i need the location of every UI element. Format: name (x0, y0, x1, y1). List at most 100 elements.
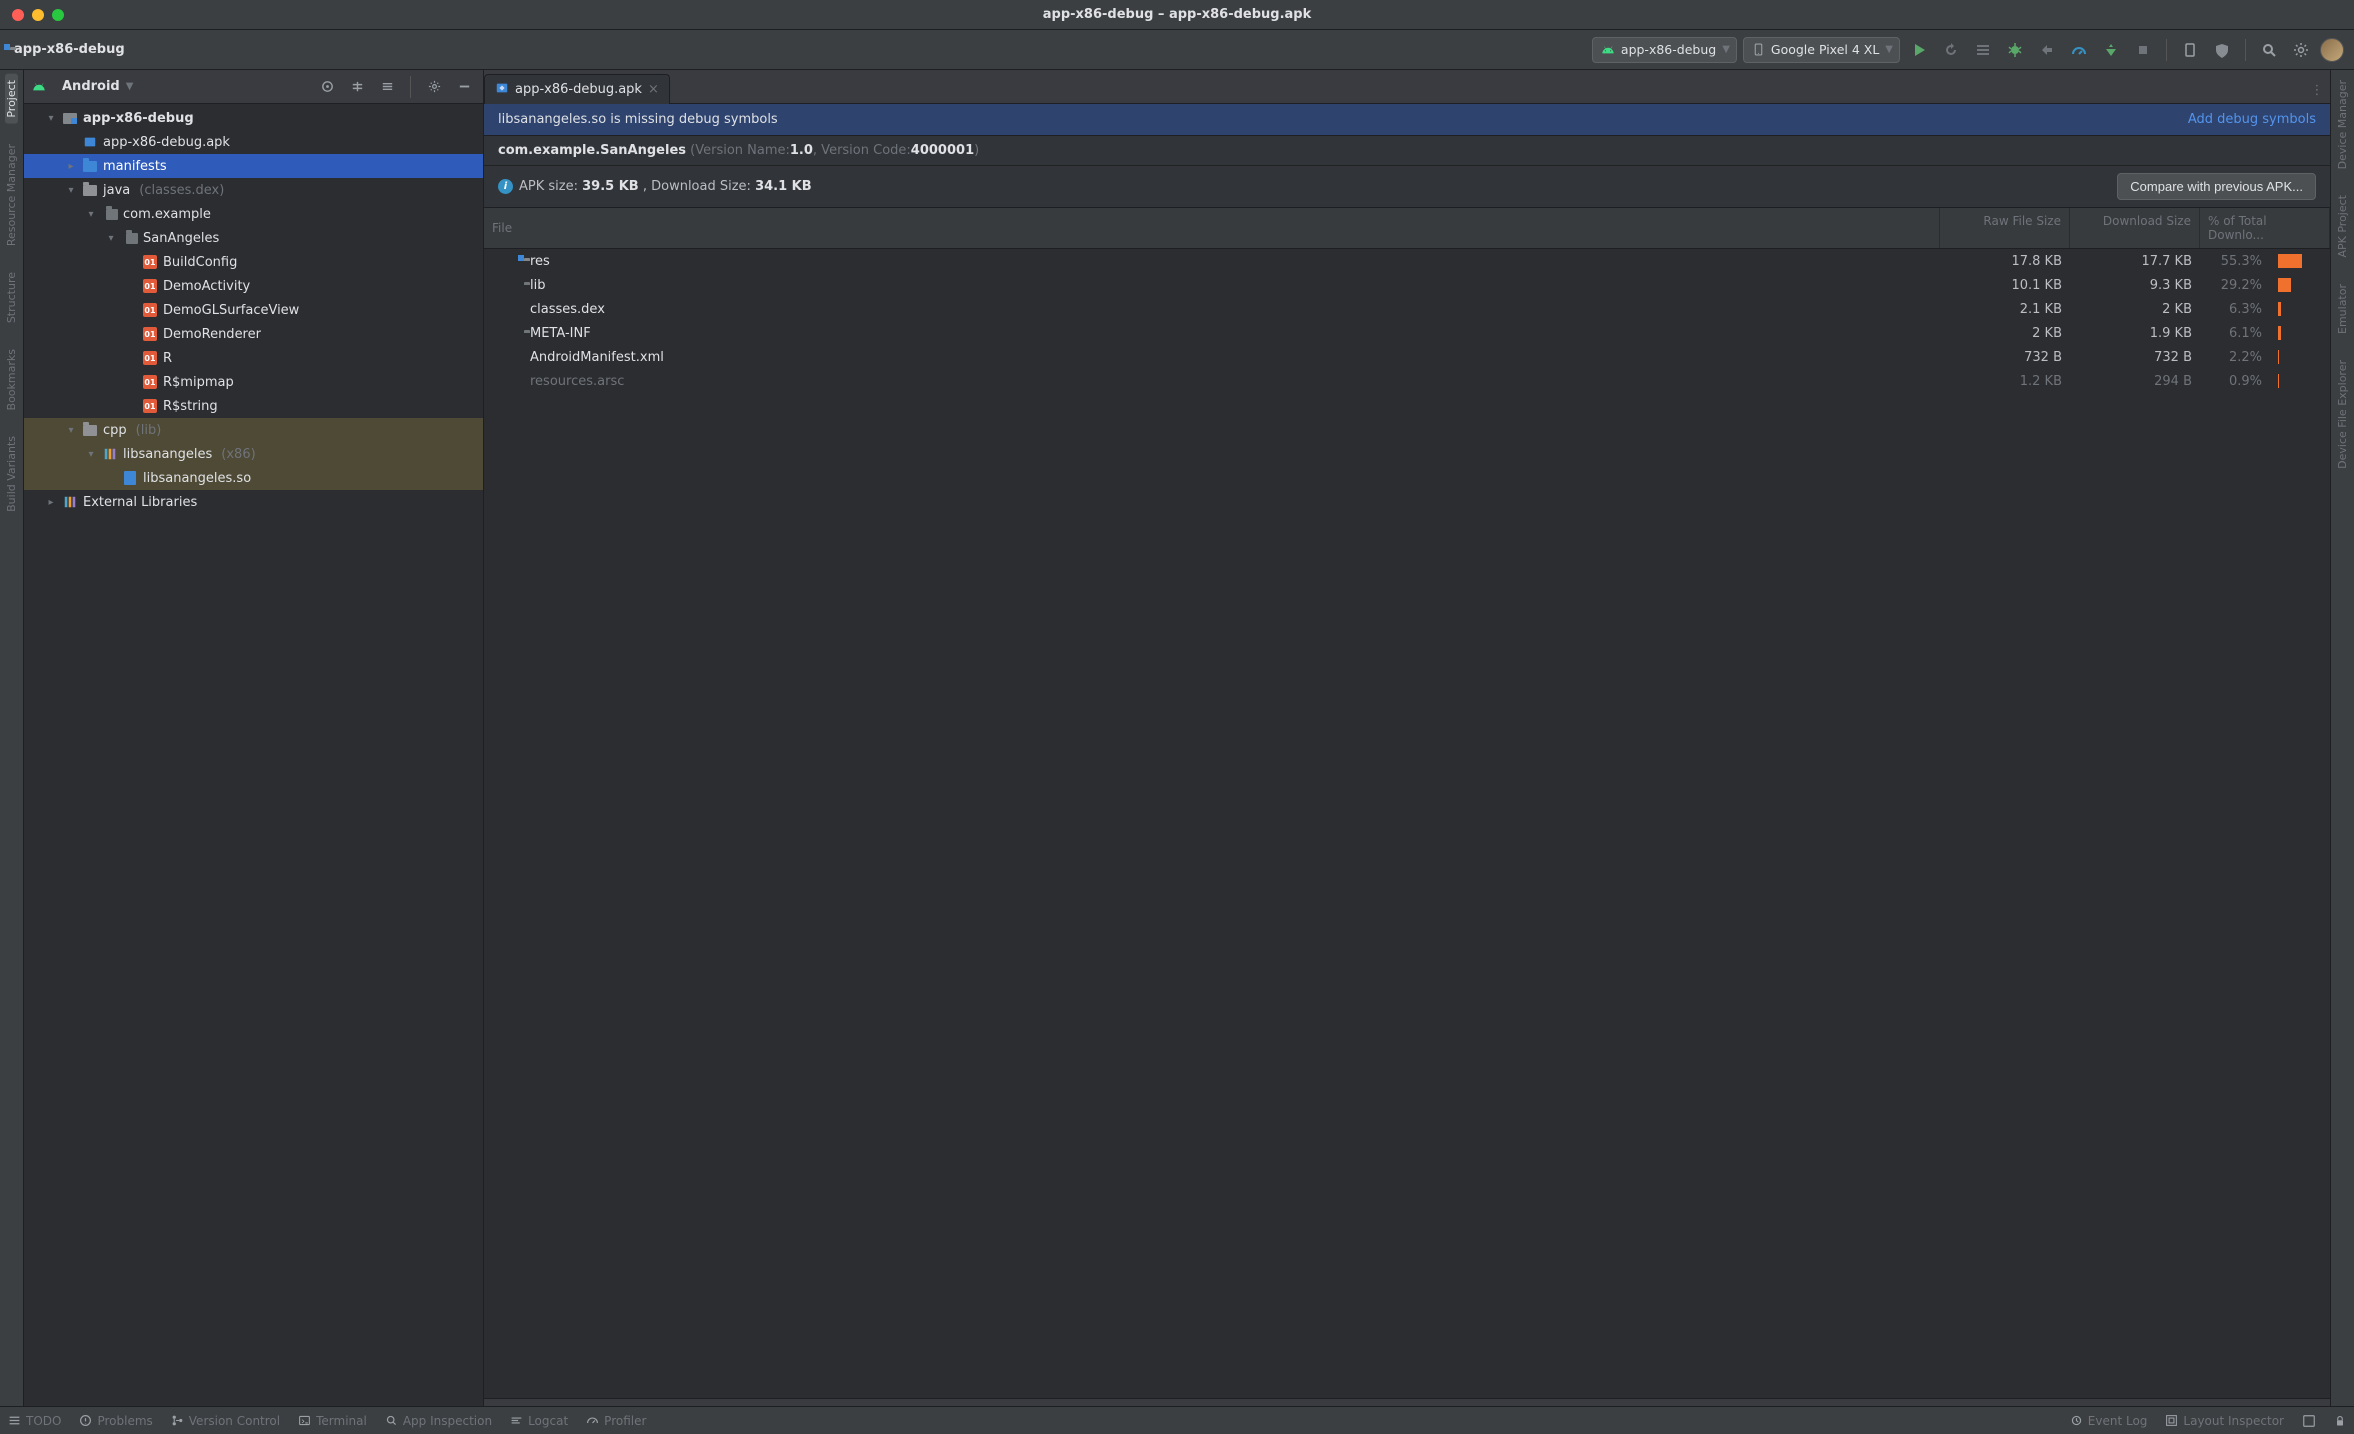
apk-size-info: i APK size: 39.5 KB , Download Size: 34.… (484, 166, 2330, 208)
file-row[interactable]: resources.arsc1.2 KB294 B0.9% (484, 369, 2330, 393)
tree-node[interactable]: R$mipmap (24, 370, 483, 394)
tree-node[interactable]: libsanangeles(x86) (24, 442, 483, 466)
select-opened-file-button[interactable] (316, 79, 338, 94)
tree-node[interactable]: DemoGLSurfaceView (24, 298, 483, 322)
dropdown-icon: ▼ (1885, 44, 1893, 55)
tree-node[interactable]: R$string (24, 394, 483, 418)
file-row[interactable]: res17.8 KB17.7 KB55.3% (484, 249, 2330, 273)
chevron-icon[interactable] (45, 497, 57, 508)
project-view-combo[interactable]: Android ▼ (54, 74, 139, 100)
breadcrumb[interactable]: app-x86-debug (10, 42, 125, 57)
node-icon (122, 470, 138, 486)
tree-node[interactable]: cpp(lib) (24, 418, 483, 442)
compare-apk-button[interactable]: Compare with previous APK... (2117, 173, 2316, 200)
chevron-icon[interactable] (45, 113, 57, 124)
chevron-icon[interactable] (65, 185, 77, 196)
rerun-button[interactable] (1938, 37, 1964, 63)
file-row[interactable]: AndroidManifest.xml732 B732 B2.2% (484, 345, 2330, 369)
collapse-all-button[interactable] (376, 79, 398, 94)
tool-window-tab-bookmarks[interactable]: Bookmarks (5, 343, 18, 416)
panel-settings-button[interactable] (423, 79, 445, 94)
chevron-icon[interactable] (65, 161, 77, 172)
tree-node[interactable]: DemoActivity (24, 274, 483, 298)
status-layout-inspector[interactable]: Layout Inspector (2165, 1414, 2284, 1428)
status-app-inspection[interactable]: App Inspection (385, 1414, 492, 1428)
device-combo[interactable]: Google Pixel 4 XL ▼ (1743, 37, 1900, 63)
tree-node[interactable]: com.example (24, 202, 483, 226)
tree-node[interactable]: R (24, 346, 483, 370)
run-with-coverage-button[interactable] (1970, 37, 1996, 63)
column-file[interactable]: File (484, 208, 1940, 248)
os-titlebar: app-x86-debug – app-x86-debug.apk (0, 0, 2354, 30)
settings-button[interactable] (2288, 37, 2314, 63)
file-row[interactable]: lib10.1 KB9.3 KB29.2% (484, 273, 2330, 297)
tool-window-tab-project[interactable]: Project (5, 74, 18, 124)
info-icon: i (498, 179, 513, 194)
apply-changes-button[interactable] (2098, 37, 2124, 63)
file-row[interactable]: META-INF2 KB1.9 KB6.1% (484, 321, 2330, 345)
tree-node[interactable]: app-x86-debug (24, 106, 483, 130)
tab-options-button[interactable]: ⋮ (2304, 77, 2330, 103)
device-manager-button[interactable] (2177, 37, 2203, 63)
tool-window-tab-resource-manager[interactable]: Resource Manager (5, 138, 18, 252)
chevron-icon[interactable] (85, 209, 97, 220)
expand-all-button[interactable] (346, 79, 368, 94)
minimize-window-button[interactable] (32, 9, 44, 21)
tree-node[interactable]: BuildConfig (24, 250, 483, 274)
tree-node[interactable]: java(classes.dex) (24, 178, 483, 202)
search-button[interactable] (2256, 37, 2282, 63)
add-debug-symbols-link[interactable]: Add debug symbols (2188, 112, 2316, 127)
profiler-button[interactable] (2066, 37, 2092, 63)
chevron-icon[interactable] (105, 233, 117, 244)
status-event-log[interactable]: Event Log (2070, 1414, 2148, 1428)
project-tool-window: Android ▼ app-x86-debugapp-x86-debug.apk… (24, 70, 484, 1406)
tool-window-tab-structure[interactable]: Structure (5, 266, 18, 329)
tree-node[interactable]: manifests (24, 154, 483, 178)
warning-banner: libsanangeles.so is missing debug symbol… (484, 104, 2330, 136)
close-window-button[interactable] (12, 9, 24, 21)
tool-window-tab-device-file-explorer[interactable]: Device File Explorer (2336, 354, 2349, 475)
chevron-icon[interactable] (85, 449, 97, 460)
tree-node[interactable]: libsanangeles.so (24, 466, 483, 490)
tool-window-tab-emulator[interactable]: Emulator (2336, 278, 2349, 340)
ide-status-button[interactable] (2302, 1414, 2316, 1428)
chevron-icon[interactable] (65, 425, 77, 436)
column-raw-size[interactable]: Raw File Size (1940, 208, 2070, 248)
project-tree[interactable]: app-x86-debugapp-x86-debug.apkmanifestsj… (24, 104, 483, 1406)
stop-button[interactable] (2130, 37, 2156, 63)
zoom-window-button[interactable] (52, 9, 64, 21)
tree-node[interactable]: app-x86-debug.apk (24, 130, 483, 154)
run-button[interactable] (1906, 37, 1932, 63)
attach-debugger-button[interactable] (2034, 37, 2060, 63)
tool-window-tab-apk-project[interactable]: APK Project (2336, 189, 2349, 264)
tree-node[interactable]: External Libraries (24, 490, 483, 514)
tree-node[interactable]: SanAngeles (24, 226, 483, 250)
file-table[interactable]: res17.8 KB17.7 KB55.3%lib10.1 KB9.3 KB29… (484, 249, 2330, 1398)
node-icon (142, 350, 158, 366)
close-tab-button[interactable]: × (648, 82, 659, 97)
status-todo[interactable]: TODO (8, 1414, 61, 1428)
window-controls[interactable] (12, 9, 64, 21)
tree-node[interactable]: DemoRenderer (24, 322, 483, 346)
run-configuration-combo[interactable]: app-x86-debug ▼ (1592, 37, 1737, 63)
lock-button[interactable] (2334, 1414, 2346, 1428)
sdk-manager-button[interactable] (2209, 37, 2235, 63)
status-terminal[interactable]: Terminal (298, 1414, 367, 1428)
hide-panel-button[interactable] (453, 79, 475, 94)
node-icon (142, 374, 158, 390)
status-problems[interactable]: Problems (79, 1414, 152, 1428)
status-logcat[interactable]: Logcat (510, 1414, 568, 1428)
tool-window-tab-device-manager[interactable]: Device Manager (2336, 74, 2349, 175)
status-version-control[interactable]: Version Control (171, 1414, 280, 1428)
user-avatar[interactable] (2320, 38, 2344, 62)
node-icon (142, 278, 158, 294)
column-percent[interactable]: % of Total Downlo... (2200, 208, 2330, 248)
file-row[interactable]: classes.dex2.1 KB2 KB6.3% (484, 297, 2330, 321)
window-title: app-x86-debug – app-x86-debug.apk (0, 7, 2354, 22)
status-profiler[interactable]: Profiler (586, 1414, 646, 1428)
node-icon (82, 182, 98, 198)
debug-button[interactable] (2002, 37, 2028, 63)
column-download-size[interactable]: Download Size (2070, 208, 2200, 248)
tool-window-tab-build-variants[interactable]: Build Variants (5, 430, 18, 518)
editor-tab[interactable]: app-x86-debug.apk × (484, 74, 670, 104)
